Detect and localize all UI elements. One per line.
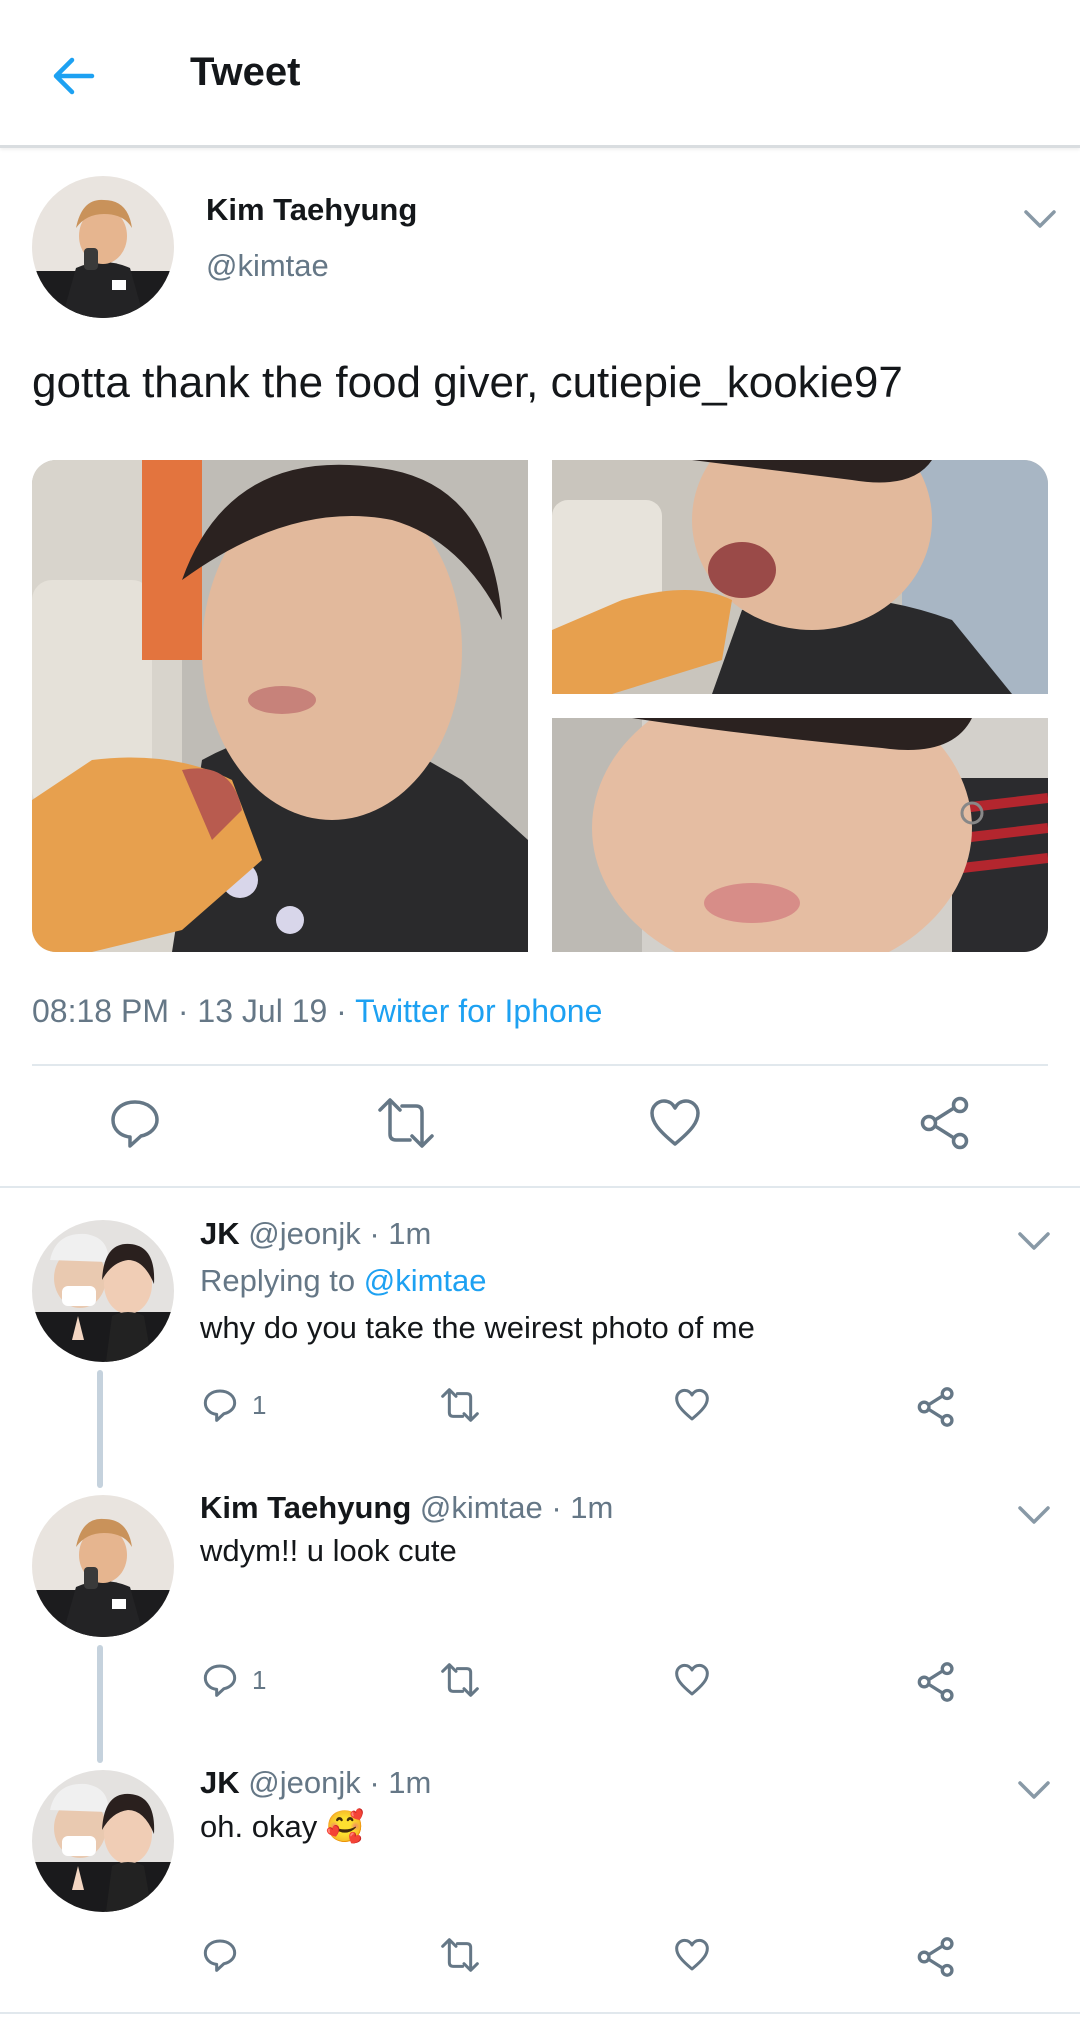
- reply-count: 1: [252, 1664, 267, 1695]
- divider: [0, 2012, 1080, 2014]
- reply-action-bar: 1: [0, 1662, 1080, 1706]
- like-button[interactable]: [674, 1662, 710, 1698]
- reply-text: wdym!! u look cute: [200, 1533, 457, 1568]
- heart-icon: [675, 1663, 709, 1696]
- media-photo-3[interactable]: [552, 718, 1048, 952]
- reply-author-handle[interactable]: @kimtae: [420, 1490, 543, 1525]
- chevron-down-icon[interactable]: [1014, 1226, 1054, 1256]
- reply-icon: [203, 1389, 237, 1422]
- chevron-down-icon[interactable]: [1020, 204, 1060, 234]
- mention-link[interactable]: @kimtae: [364, 1263, 487, 1298]
- retweet-button[interactable]: [376, 1096, 436, 1150]
- reply-icon: [203, 1939, 237, 1972]
- chevron-down-icon[interactable]: [1014, 1500, 1054, 1530]
- retweet-icon: [441, 1663, 479, 1697]
- reply-header: JK @jeonjk · 1m: [200, 1216, 431, 1252]
- tweet-meta: 08:18 PM · 13 Jul 19 · Twitter for Iphon…: [32, 993, 603, 1029]
- reply-time: · 1m: [551, 1490, 614, 1525]
- arrow-left-icon: [53, 57, 95, 95]
- reply-author-handle[interactable]: @jeonjk: [248, 1216, 360, 1251]
- reply-header: JK @jeonjk · 1m: [200, 1765, 431, 1801]
- share-icon: [917, 1937, 954, 1977]
- tweet-media-grid: [32, 460, 1048, 952]
- share-button[interactable]: [916, 1937, 956, 1977]
- tweet-date: 13 Jul 19: [197, 993, 328, 1029]
- share-button[interactable]: [916, 1387, 956, 1427]
- reply-button[interactable]: 1: [202, 1662, 266, 1698]
- tweet-action-bar: [0, 1092, 1080, 1152]
- share-icon: [920, 1096, 969, 1150]
- reply-button[interactable]: [108, 1096, 162, 1150]
- share-button[interactable]: [918, 1096, 972, 1150]
- like-button[interactable]: [648, 1096, 702, 1150]
- reply-time: · 1m: [369, 1216, 432, 1251]
- top-app-bar: Tweet: [0, 0, 1080, 148]
- chevron-down-icon[interactable]: [1014, 1775, 1054, 1805]
- media-photo-2[interactable]: [552, 460, 1048, 694]
- retweet-button[interactable]: [440, 1387, 480, 1423]
- heart-icon: [675, 1388, 709, 1421]
- page-title: Tweet: [190, 50, 301, 94]
- reply-avatar-jk[interactable]: [32, 1770, 174, 1912]
- share-icon: [917, 1662, 954, 1702]
- reply-author-name[interactable]: Kim Taehyung: [200, 1490, 411, 1525]
- tweet-text: gotta thank the food giver, cutiepie_koo…: [32, 358, 903, 407]
- reply-action-bar: [0, 1937, 1080, 1981]
- reply-text: why do you take the weirest photo of me: [200, 1310, 755, 1345]
- reply-author-handle[interactable]: @jeonjk: [248, 1765, 360, 1800]
- share-icon: [917, 1387, 954, 1427]
- divider: [0, 1186, 1080, 1188]
- heart-icon: [650, 1099, 700, 1146]
- retweet-icon: [378, 1098, 434, 1148]
- share-button[interactable]: [916, 1662, 956, 1702]
- heart-icon: [675, 1938, 709, 1971]
- tweet-time: 08:18 PM: [32, 993, 169, 1029]
- reply-avatar-kimtae[interactable]: [32, 1495, 174, 1637]
- retweet-button[interactable]: [440, 1662, 480, 1698]
- retweet-icon: [441, 1938, 479, 1972]
- author-handle[interactable]: @kimtae: [206, 248, 329, 284]
- reply-count: 1: [252, 1389, 267, 1420]
- reply-time: · 1m: [369, 1765, 432, 1800]
- reply-icon: [111, 1100, 159, 1148]
- back-button[interactable]: [44, 46, 104, 106]
- reply-action-bar: 1: [0, 1387, 1080, 1431]
- like-button[interactable]: [674, 1387, 710, 1423]
- tweet-source-link[interactable]: Twitter for Iphone: [355, 993, 602, 1029]
- like-button[interactable]: [674, 1937, 710, 1973]
- retweet-icon: [441, 1388, 479, 1422]
- reply-button[interactable]: 1: [202, 1387, 266, 1423]
- divider: [32, 1064, 1048, 1066]
- author-name[interactable]: Kim Taehyung: [206, 192, 417, 228]
- replying-to: Replying to @kimtae: [200, 1263, 487, 1298]
- reply-author-name[interactable]: JK: [200, 1216, 240, 1251]
- media-photo-1[interactable]: [32, 460, 528, 952]
- reply-header: Kim Taehyung @kimtae · 1m: [200, 1490, 613, 1526]
- reply-avatar-jk[interactable]: [32, 1220, 174, 1362]
- reply-author-name[interactable]: JK: [200, 1765, 240, 1800]
- retweet-button[interactable]: [440, 1937, 480, 1973]
- author-avatar[interactable]: [32, 176, 174, 318]
- reply-button[interactable]: [202, 1937, 252, 1973]
- reply-text: oh. okay 🥰: [200, 1809, 365, 1844]
- reply-icon: [203, 1664, 237, 1697]
